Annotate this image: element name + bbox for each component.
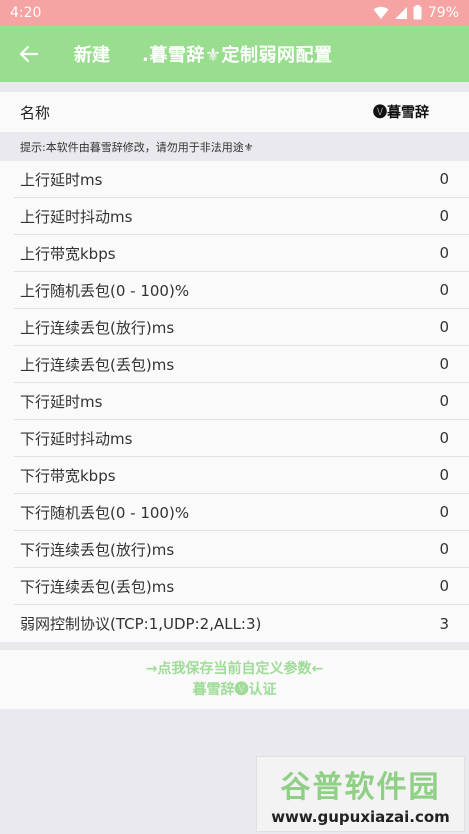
setting-row-upload-bandwidth[interactable]: 上行带宽kbps 0 [14,235,469,272]
arrow-left-icon [19,45,39,62]
setting-label: 上行延时抖动ms [20,207,133,226]
setting-row-download-random-loss[interactable]: 下行随机丢包(0 - 100)% 0 [14,494,469,531]
setting-label: 下行带宽kbps [20,466,116,485]
setting-label: 下行延时抖动ms [20,429,133,448]
status-time: 4:20 [10,4,42,21]
setting-row-download-delay[interactable]: 下行延时ms 0 [14,383,469,420]
setting-row-upload-continuous-drop[interactable]: 上行连续丢包(丢包)ms 0 [14,346,469,383]
setting-value: 0 [439,318,449,336]
setting-row-download-continuous-pass[interactable]: 下行连续丢包(放行)ms 0 [14,531,469,568]
save-button[interactable]: →点我保存当前自定义参数← 暮雪辞🅥认证 [0,650,469,709]
setting-value: 0 [439,466,449,484]
status-icons: 79% [373,5,459,21]
hint-text: 提示:本软件由暮雪辞修改，请勿用于非法用途⚜ [20,141,254,154]
watermark-url: www.gupuxiazai.com [271,808,450,826]
page-subtitle: .暮雪辞⚜定制弱网配置 [142,44,333,66]
setting-value: 0 [439,540,449,558]
wifi-icon [373,6,389,19]
name-label: 名称 [20,103,51,122]
setting-label: 上行连续丢包(丢包)ms [20,355,175,374]
save-button-label: →点我保存当前自定义参数← [145,660,324,677]
setting-value: 0 [439,577,449,595]
app-bar: 新建 .暮雪辞⚜定制弱网配置 [0,25,469,82]
watermark-title: 谷普软件园 [280,770,441,805]
setting-label: 下行连续丢包(放行)ms [20,540,175,559]
setting-row-protocol[interactable]: 弱网控制协议(TCP:1,UDP:2,ALL:3) 3 [14,605,469,642]
setting-row-upload-jitter[interactable]: 上行延时抖动ms 0 [14,198,469,235]
name-row[interactable]: 名称 🅥暮雪辞 [0,92,469,132]
setting-value: 0 [439,170,449,188]
setting-row-upload-delay[interactable]: 上行延时ms 0 [14,161,469,198]
page-title: 新建 [74,44,110,66]
setting-label: 下行随机丢包(0 - 100)% [20,503,190,522]
setting-value: 0 [439,207,449,225]
back-button[interactable] [0,25,58,82]
battery-icon [413,5,422,20]
setting-label: 上行连续丢包(放行)ms [20,318,175,337]
certification-label: 暮雪辞🅥认证 [192,681,277,698]
setting-row-upload-random-loss[interactable]: 上行随机丢包(0 - 100)% 0 [14,272,469,309]
setting-label: 下行延时ms [20,392,103,411]
setting-label: 上行随机丢包(0 - 100)% [20,281,190,300]
name-value: 🅥暮雪辞 [373,105,429,121]
setting-row-upload-continuous-pass[interactable]: 上行连续丢包(放行)ms 0 [14,309,469,346]
setting-label: 下行连续丢包(丢包)ms [20,577,175,596]
setting-row-download-jitter[interactable]: 下行延时抖动ms 0 [14,420,469,457]
settings-list: 上行延时ms 0 上行延时抖动ms 0 上行带宽kbps 0 上行随机丢包(0 - 1… [0,161,469,642]
signal-icon [394,6,407,19]
watermark-logo: 谷普软件园 www.gupuxiazai.com [256,756,465,832]
setting-label: 弱网控制协议(TCP:1,UDP:2,ALL:3) [20,615,262,633]
setting-label: 上行延时ms [20,170,103,189]
setting-value: 0 [439,355,449,373]
setting-value: 0 [439,392,449,410]
setting-value: 3 [439,614,449,633]
setting-value: 0 [439,503,449,521]
setting-value: 0 [439,429,449,447]
setting-value: 0 [439,244,449,262]
setting-value: 0 [439,281,449,299]
setting-row-download-continuous-drop[interactable]: 下行连续丢包(丢包)ms 0 [14,568,469,605]
setting-row-download-bandwidth[interactable]: 下行带宽kbps 0 [14,457,469,494]
setting-label: 上行带宽kbps [20,244,116,263]
status-bar: 4:20 79% [0,0,469,25]
battery-percent: 79% [427,4,459,21]
